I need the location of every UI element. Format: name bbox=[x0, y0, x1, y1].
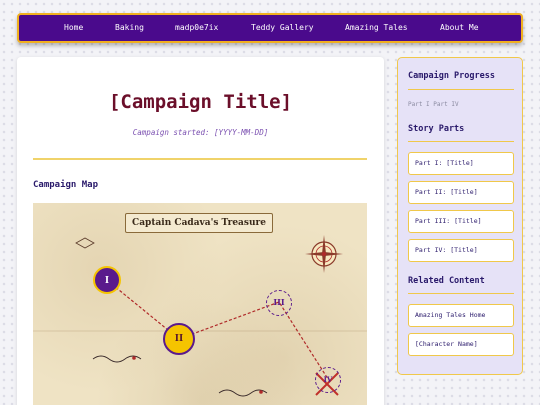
divider bbox=[408, 141, 514, 142]
top-nav: Home Baking madp0e7ix Teddy Gallery Amaz… bbox=[17, 13, 523, 43]
story-part-1-link[interactable]: Part I: [Title] bbox=[408, 152, 514, 175]
campaign-start-date: Campaign started: [YYYY-MM-DD] bbox=[132, 128, 269, 137]
serpent-eye bbox=[132, 356, 136, 360]
story-part-3-link[interactable]: Part III: [Title] bbox=[408, 210, 514, 233]
landmark-icon bbox=[75, 237, 95, 249]
related-heading: Related Content bbox=[408, 276, 485, 286]
path-line bbox=[107, 280, 329, 380]
related-character-link[interactable]: [Character Name] bbox=[408, 333, 514, 356]
nav-amazing-tales[interactable]: Amazing Tales bbox=[345, 15, 408, 41]
related-amazing-tales-link[interactable]: Amazing Tales Home bbox=[408, 304, 514, 327]
divider bbox=[408, 89, 514, 90]
map-marker-part-1[interactable]: I bbox=[93, 266, 121, 294]
nav-home[interactable]: Home bbox=[64, 15, 83, 41]
story-parts-heading: Story Parts bbox=[408, 124, 465, 134]
nav-madp0e7ix[interactable]: madp0e7ix bbox=[175, 15, 218, 41]
progress-indicator: Part I Part IV bbox=[408, 101, 459, 108]
story-part-4-link[interactable]: Part IV: [Title] bbox=[408, 239, 514, 262]
nav-teddy-gallery[interactable]: Teddy Gallery bbox=[251, 15, 314, 41]
divider bbox=[33, 158, 367, 160]
map-heading: Campaign Map bbox=[33, 180, 99, 190]
divider bbox=[408, 293, 514, 294]
nav-about-me[interactable]: About Me bbox=[440, 15, 479, 41]
map-marker-part-4[interactable]: IV bbox=[315, 367, 341, 393]
story-part-2-link[interactable]: Part II: [Title] bbox=[408, 181, 514, 204]
sidebar: Campaign Progress Part I Part IV Story P… bbox=[397, 57, 523, 375]
page-title: [Campaign Title] bbox=[108, 91, 293, 113]
map-title-banner: Captain Cadava's Treasure bbox=[125, 213, 273, 233]
compass-icon bbox=[305, 235, 343, 273]
nav-baking[interactable]: Baking bbox=[115, 15, 144, 41]
main-content: [Campaign Title] Campaign started: [YYYY… bbox=[17, 57, 384, 405]
progress-heading: Campaign Progress bbox=[408, 71, 495, 81]
serpent-eye bbox=[259, 390, 263, 394]
campaign-map: Captain Cadava's Treasure I II III IV bbox=[33, 203, 367, 405]
map-marker-part-2[interactable]: II bbox=[163, 323, 195, 355]
map-marker-part-3[interactable]: III bbox=[266, 290, 292, 316]
